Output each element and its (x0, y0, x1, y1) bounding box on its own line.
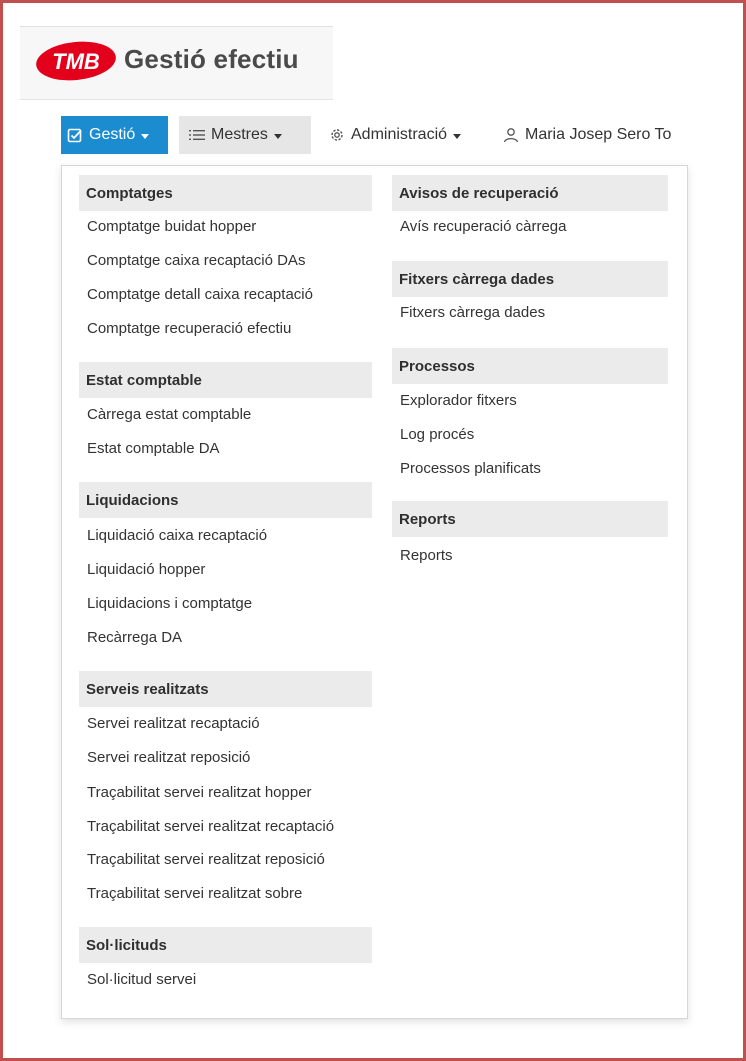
menu-item[interactable]: Servei realitzat recaptació (87, 713, 260, 735)
section-header-avisos: Avisos de recuperació (392, 175, 668, 211)
list-icon (189, 128, 205, 142)
section-header-liquidacions: Liquidacions (79, 482, 372, 518)
nav-administracio[interactable]: Administració (319, 116, 491, 154)
menu-item[interactable]: Liquidacions i comptatge (87, 593, 252, 615)
nav-gestio[interactable]: Gestió (61, 116, 168, 154)
nav-mestres-label: Mestres (211, 126, 268, 143)
nav-user[interactable]: Maria Josep Sero To (493, 116, 693, 154)
menu-item[interactable]: Traçabilitat servei realitzat reposició (87, 849, 325, 871)
menu-item[interactable]: Fitxers càrrega dades (400, 302, 545, 324)
edit-check-icon (67, 127, 83, 143)
menu-item[interactable]: Recàrrega DA (87, 627, 182, 649)
menu-item[interactable]: Traçabilitat servei realitzat hopper (87, 782, 312, 804)
menu-item[interactable]: Liquidació caixa recaptació (87, 525, 267, 547)
section-header-fitxers: Fitxers càrrega dades (392, 261, 668, 297)
nav-mestres[interactable]: Mestres (179, 116, 311, 154)
menu-item[interactable]: Comptatge detall caixa recaptació (87, 284, 313, 306)
menu-item[interactable]: Processos planificats (400, 458, 541, 480)
nav-user-label: Maria Josep Sero To (525, 126, 672, 143)
nav-administracio-label: Administració (351, 126, 448, 143)
menu-item[interactable]: Avís recuperació càrrega (400, 216, 566, 238)
chevron-down-icon (273, 133, 282, 139)
tmb-logo[interactable]: TMB (34, 39, 118, 83)
section-header-serveis-realitzats: Serveis realitzats (79, 671, 372, 707)
menu-item[interactable]: Servei realitzat reposició (87, 747, 250, 769)
menu-item[interactable]: Càrrega estat comptable (87, 404, 251, 426)
menu-item[interactable]: Log procés (400, 424, 474, 446)
app-header: TMB Gestió efectiu (20, 26, 333, 100)
section-header-processos: Processos (392, 348, 668, 384)
nav-gestio-label: Gestió (89, 126, 136, 143)
menu-item[interactable]: Reports (400, 545, 453, 567)
menu-item[interactable]: Traçabilitat servei realitzat sobre (87, 883, 302, 905)
menu-item[interactable]: Sol·licitud servei (87, 969, 196, 991)
section-header-estat-comptable: Estat comptable (79, 362, 372, 398)
gestio-dropdown-menu: Comptatges Comptatge buidat hopper Compt… (61, 165, 688, 1019)
chevron-down-icon (141, 133, 150, 139)
menu-item[interactable]: Comptatge recuperació efectiu (87, 318, 291, 340)
menu-item[interactable]: Traçabilitat servei realitzat recaptació (87, 816, 334, 838)
app-title: Gestió efectiu (124, 44, 299, 74)
gear-icon (329, 127, 345, 143)
menu-item[interactable]: Liquidació hopper (87, 559, 205, 581)
logo-text: TMB (52, 49, 100, 74)
menu-item[interactable]: Comptatge caixa recaptació DAs (87, 250, 305, 272)
menu-item[interactable]: Estat comptable DA (87, 438, 220, 460)
section-header-comptatges: Comptatges (79, 175, 372, 211)
section-header-reports: Reports (392, 501, 668, 537)
top-navbar: Gestió Mestres Administració Maria Josep… (61, 116, 693, 154)
section-header-sollicituds: Sol·licituds (79, 927, 372, 963)
user-icon (503, 127, 519, 143)
menu-item[interactable]: Comptatge buidat hopper (87, 216, 256, 238)
menu-item[interactable]: Explorador fitxers (400, 390, 517, 412)
chevron-down-icon (453, 133, 462, 139)
